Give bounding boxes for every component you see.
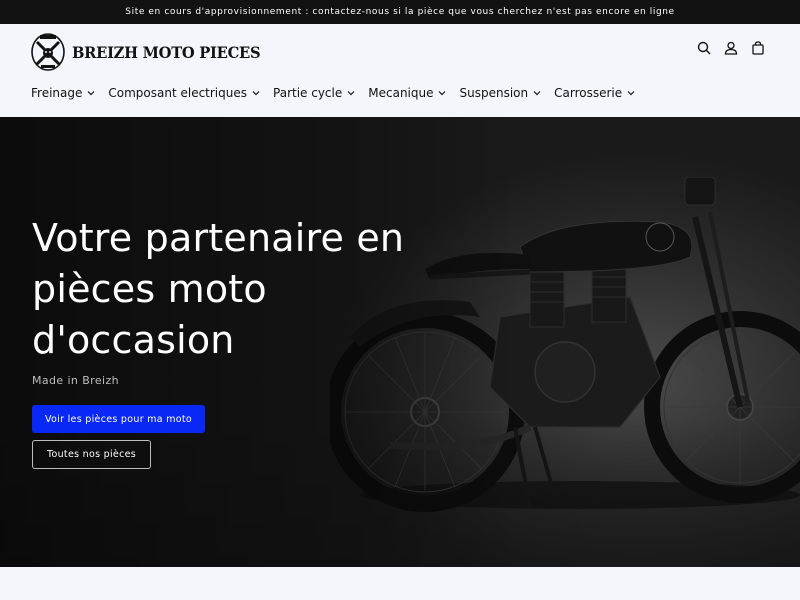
nav-item-partie-cycle[interactable]: Partie cycle — [273, 86, 355, 100]
hero-title: Votre partenaire en pièces moto d'occasi… — [32, 213, 432, 366]
chevron-down-icon — [439, 91, 446, 96]
nav-item-carrosserie[interactable]: Carrosserie — [554, 86, 635, 100]
hero-banner: Votre partenaire en pièces moto d'occasi… — [0, 117, 800, 567]
hero-title-line: d'occasion — [32, 318, 235, 362]
nav-item-suspension[interactable]: Suspension — [459, 86, 541, 100]
nav-item-freinage[interactable]: Freinage — [31, 86, 95, 100]
hero-title-line: pièces moto — [32, 267, 267, 311]
search-icon[interactable] — [696, 40, 712, 56]
main-nav: Freinage Composant electriques Partie cy… — [31, 86, 635, 100]
logo-text: BREIZH MOTO PIECES — [72, 42, 261, 62]
hero-title-line: Votre partenaire en — [32, 216, 405, 260]
nav-item-label: Mecanique — [368, 86, 434, 100]
announcement-bar: Site en cours d'approvisionnement : cont… — [0, 0, 800, 24]
nav-item-composant-electriques[interactable]: Composant electriques — [108, 86, 260, 100]
all-parts-button[interactable]: Toutes nos pièces — [32, 440, 151, 469]
nav-item-label: Suspension — [459, 86, 529, 100]
nav-item-label: Carrosserie — [554, 86, 623, 100]
site-header: BREIZH MOTO PIECES Freinage Composant el… — [0, 24, 800, 117]
header-icons — [696, 40, 766, 56]
nav-item-label: Partie cycle — [273, 86, 343, 100]
page-content-start — [0, 567, 800, 600]
chevron-down-icon — [533, 91, 541, 96]
nav-item-mecanique[interactable]: Mecanique — [368, 86, 446, 100]
announcement-text: Site en cours d'approvisionnement : cont… — [125, 7, 675, 17]
nav-item-label: Composant electriques — [108, 86, 248, 100]
nav-item-label: Freinage — [31, 86, 83, 100]
hero-subtitle: Made in Breizh — [32, 374, 119, 387]
chevron-down-icon — [347, 91, 355, 96]
chevron-down-icon — [252, 91, 260, 96]
chevron-down-icon — [627, 91, 635, 96]
logo-emblem-icon — [31, 33, 65, 71]
cart-icon[interactable] — [750, 40, 766, 56]
account-icon[interactable] — [723, 40, 739, 56]
chevron-down-icon — [87, 91, 95, 96]
logo-link[interactable]: BREIZH MOTO PIECES — [30, 32, 277, 72]
view-parts-for-my-bike-button[interactable]: Voir les pièces pour ma moto — [32, 405, 205, 433]
